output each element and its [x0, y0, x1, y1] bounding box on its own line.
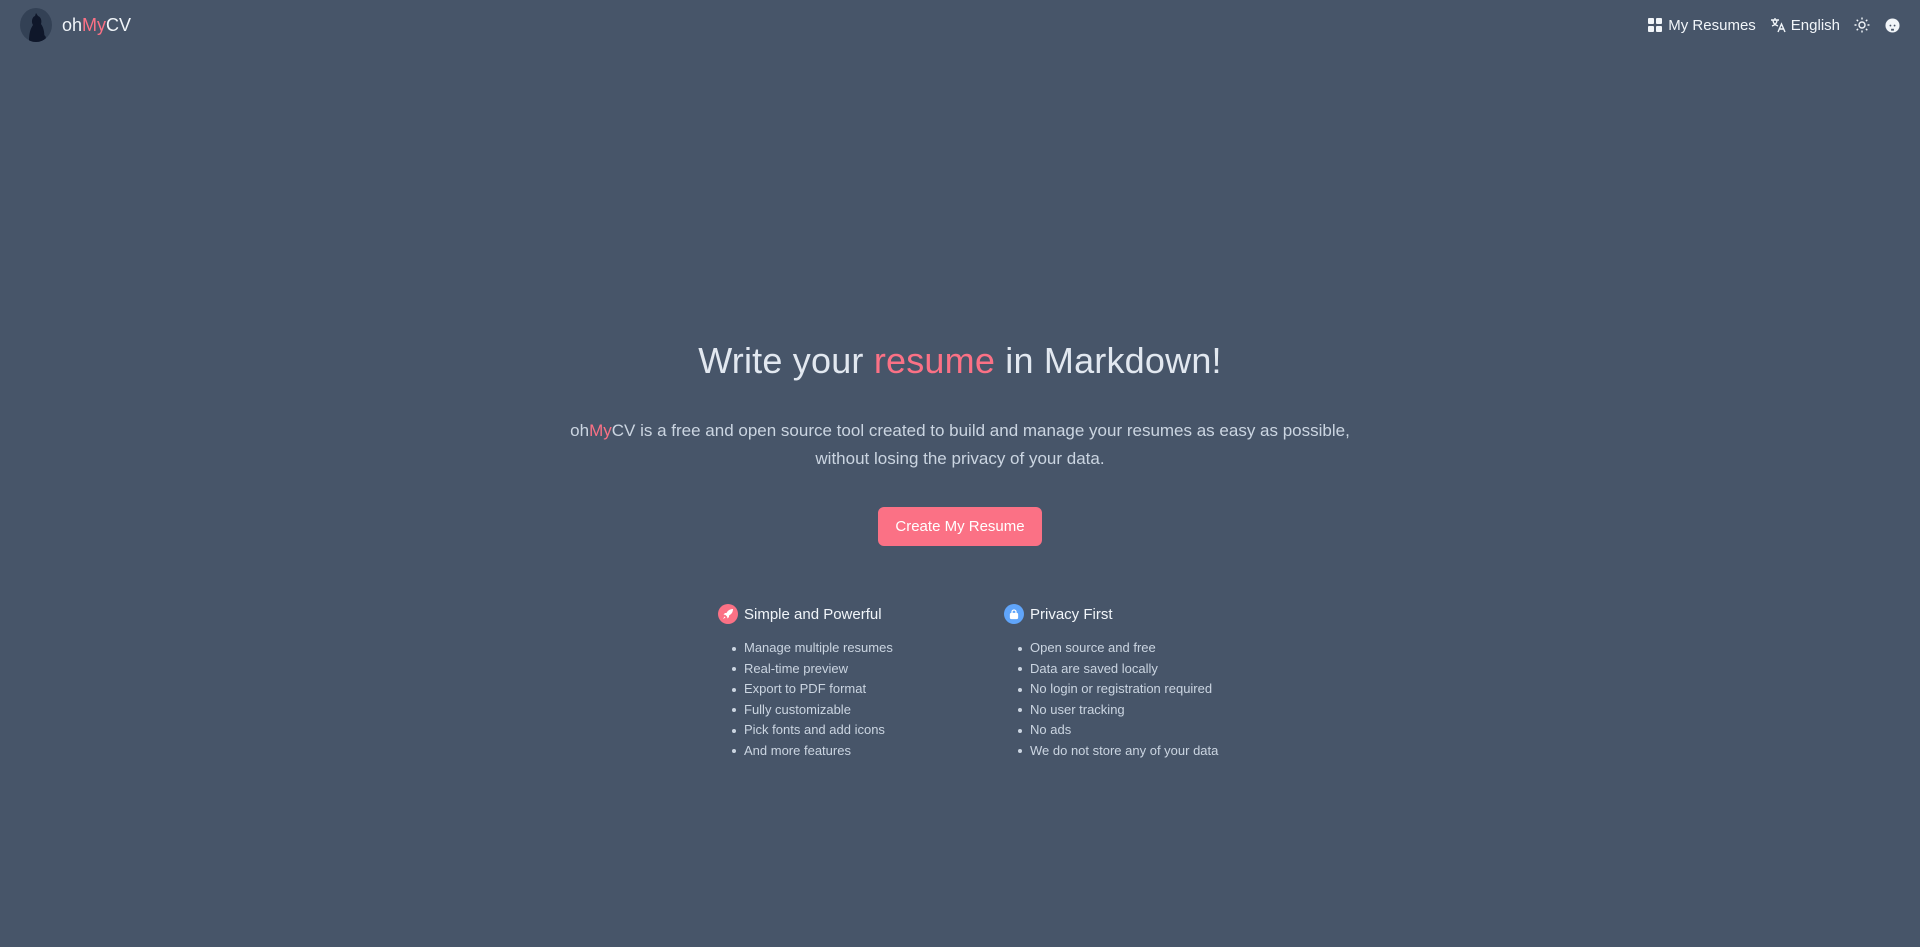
page-headline: Write your resume in Markdown! [698, 340, 1222, 381]
list-item: We do not store any of your data [1018, 741, 1244, 762]
brand[interactable]: ohMyCV [20, 8, 131, 42]
feature-title-text: Simple and Powerful [744, 605, 882, 623]
language-switcher[interactable]: English [1770, 17, 1840, 34]
list-item: Fully customizable [732, 700, 918, 721]
feature-simple-powerful: Simple and Powerful Manage multiple resu… [718, 604, 918, 761]
lock-icon [1004, 604, 1024, 624]
top-bar: ohMyCV My Resumes English [0, 0, 1920, 50]
feature-title: Simple and Powerful [718, 604, 918, 624]
list-item: And more features [732, 741, 918, 762]
feature-title: Privacy First [1004, 604, 1244, 624]
list-item: No login or registration required [1018, 679, 1244, 700]
list-item: Export to PDF format [732, 679, 918, 700]
translate-icon [1770, 17, 1786, 33]
create-resume-button[interactable]: Create My Resume [878, 507, 1042, 546]
features-section: Simple and Powerful Manage multiple resu… [718, 604, 1244, 761]
sun-icon [1854, 17, 1870, 33]
my-resumes-label: My Resumes [1668, 16, 1756, 34]
feature-title-text: Privacy First [1030, 605, 1113, 623]
list-item: Real-time preview [732, 659, 918, 680]
hero-section: Write your resume in Markdown! ohMyCV is… [0, 340, 1920, 546]
list-item: Manage multiple resumes [732, 638, 918, 659]
list-item: No ads [1018, 720, 1244, 741]
top-nav: My Resumes English [1647, 17, 1900, 34]
github-icon [1884, 17, 1900, 33]
my-resumes-link[interactable]: My Resumes [1647, 17, 1756, 34]
rocket-icon [718, 604, 738, 624]
logo-icon [20, 8, 52, 42]
list-item: Open source and free [1018, 638, 1244, 659]
hero-description: ohMyCV is a free and open source tool cr… [570, 421, 1350, 468]
theme-toggle[interactable] [1854, 17, 1870, 33]
list-item: No user tracking [1018, 700, 1244, 721]
grid-icon [1647, 17, 1663, 33]
feature-list: Manage multiple resumes Real-time previe… [718, 638, 918, 761]
github-link[interactable] [1884, 17, 1900, 33]
list-item: Pick fonts and add icons [732, 720, 918, 741]
feature-privacy-first: Privacy First Open source and free Data … [1004, 604, 1244, 761]
feature-list: Open source and free Data are saved loca… [1004, 638, 1244, 761]
brand-name: ohMyCV [62, 14, 132, 35]
language-label: English [1790, 16, 1840, 34]
list-item: Data are saved locally [1018, 659, 1244, 680]
